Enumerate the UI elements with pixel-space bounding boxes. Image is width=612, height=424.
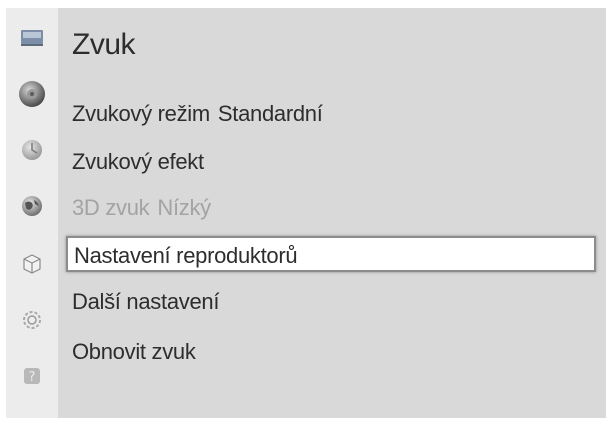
menu-item-label: Obnovit zvuk: [72, 339, 196, 364]
menu-item-3d-sound: 3D zvuk Nízký: [72, 194, 211, 222]
application-icon[interactable]: [20, 252, 44, 276]
menu-item-speaker-settings[interactable]: Nastavení reproduktorů: [66, 236, 596, 272]
picture-icon[interactable]: [20, 26, 44, 50]
sound-menu-panel: Zvuk Zvukový režim Standardní Zvukový efe…: [58, 8, 606, 418]
system-icon[interactable]: [20, 308, 44, 332]
broadcast-icon[interactable]: [20, 138, 44, 162]
menu-item-reset-sound[interactable]: Obnovit zvuk: [72, 338, 196, 366]
tv-menu-screen: ? Zvuk Zvukový režim Standardní Zvukový e…: [6, 8, 606, 418]
sound-icon[interactable]: [18, 80, 46, 108]
category-sidebar: ?: [6, 8, 58, 418]
svg-text:?: ?: [29, 370, 36, 385]
menu-title: Zvuk: [72, 28, 136, 61]
support-icon[interactable]: ?: [20, 364, 44, 388]
menu-item-label: 3D zvuk: [72, 195, 150, 220]
menu-item-value: Nízký: [157, 195, 211, 220]
menu-item-value: Standardní: [217, 101, 323, 126]
menu-item-sound-effect[interactable]: Zvukový efekt: [72, 148, 204, 176]
menu-item-label: Zvukový efekt: [72, 149, 204, 174]
menu-item-label: Další nastavení: [72, 289, 220, 314]
menu-item-sound-mode[interactable]: Zvukový režim Standardní: [72, 100, 323, 128]
menu-item-label: Nastavení reproduktorů: [74, 243, 298, 268]
menu-item-additional-settings[interactable]: Další nastavení: [72, 288, 219, 316]
menu-item-label: Zvukový režim: [72, 101, 210, 126]
network-icon[interactable]: [20, 194, 44, 218]
